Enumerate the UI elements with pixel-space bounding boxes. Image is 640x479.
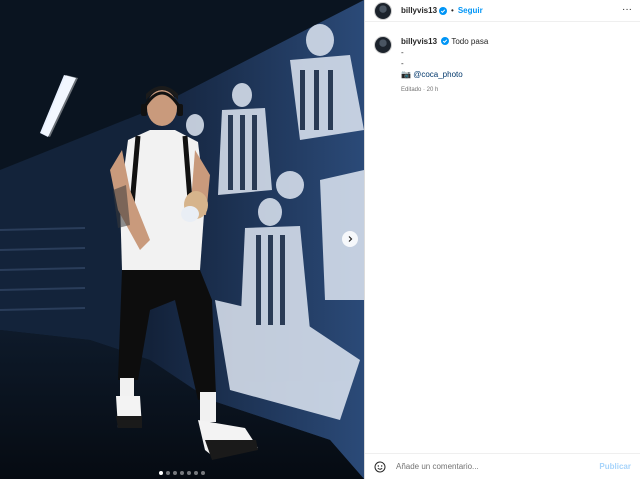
carousel-dot (173, 471, 177, 475)
carousel-dot (187, 471, 191, 475)
mention-link[interactable]: @coca_photo (413, 70, 463, 79)
carousel-dot (180, 471, 184, 475)
emoji-icon (374, 461, 386, 472)
caption-line: - (401, 48, 404, 57)
post-meta: Editado · 20 h (401, 87, 439, 93)
publish-button[interactable]: Publicar (599, 462, 631, 471)
caption-body: billyvis13 Todo pasa - - 📷 @coca_photo E… (401, 36, 488, 96)
caption-text: Todo pasa (451, 37, 489, 46)
comment-input[interactable] (396, 462, 600, 471)
camera-icon: 📷 (401, 70, 411, 79)
post-sidebar: billyvis13 • Seguir ··· billyvis13 Todo … (364, 0, 640, 479)
post-photo (0, 0, 364, 479)
post-header: billyvis13 • Seguir ··· (365, 0, 640, 22)
follow-button[interactable]: Seguir (458, 6, 483, 15)
comments-area (365, 96, 640, 453)
chevron-right-icon (348, 236, 353, 242)
carousel-dot (194, 471, 198, 475)
carousel-dot (201, 471, 205, 475)
carousel-dot (166, 471, 170, 475)
more-options-icon[interactable]: ··· (622, 4, 632, 15)
next-image-button[interactable] (342, 231, 358, 247)
post-dialog: billyvis13 • Seguir ··· billyvis13 Todo … (0, 0, 640, 479)
emoji-button[interactable] (374, 461, 386, 473)
carousel-dot (159, 471, 163, 475)
comment-bar: Publicar (365, 453, 640, 479)
caption-username[interactable]: billyvis13 (401, 37, 437, 46)
post-media[interactable] (0, 0, 364, 479)
header-username[interactable]: billyvis13 (401, 6, 437, 15)
post-caption: billyvis13 Todo pasa - - 📷 @coca_photo E… (365, 22, 640, 96)
avatar[interactable] (374, 1, 392, 20)
header-separator: • (451, 6, 454, 15)
verified-badge-icon (441, 37, 450, 45)
carousel-indicator (0, 471, 364, 475)
photo-credit: 📷 @coca_photo (401, 69, 488, 80)
caption-line: - (401, 59, 404, 68)
verified-badge-icon (439, 6, 448, 15)
avatar[interactable] (374, 36, 392, 54)
